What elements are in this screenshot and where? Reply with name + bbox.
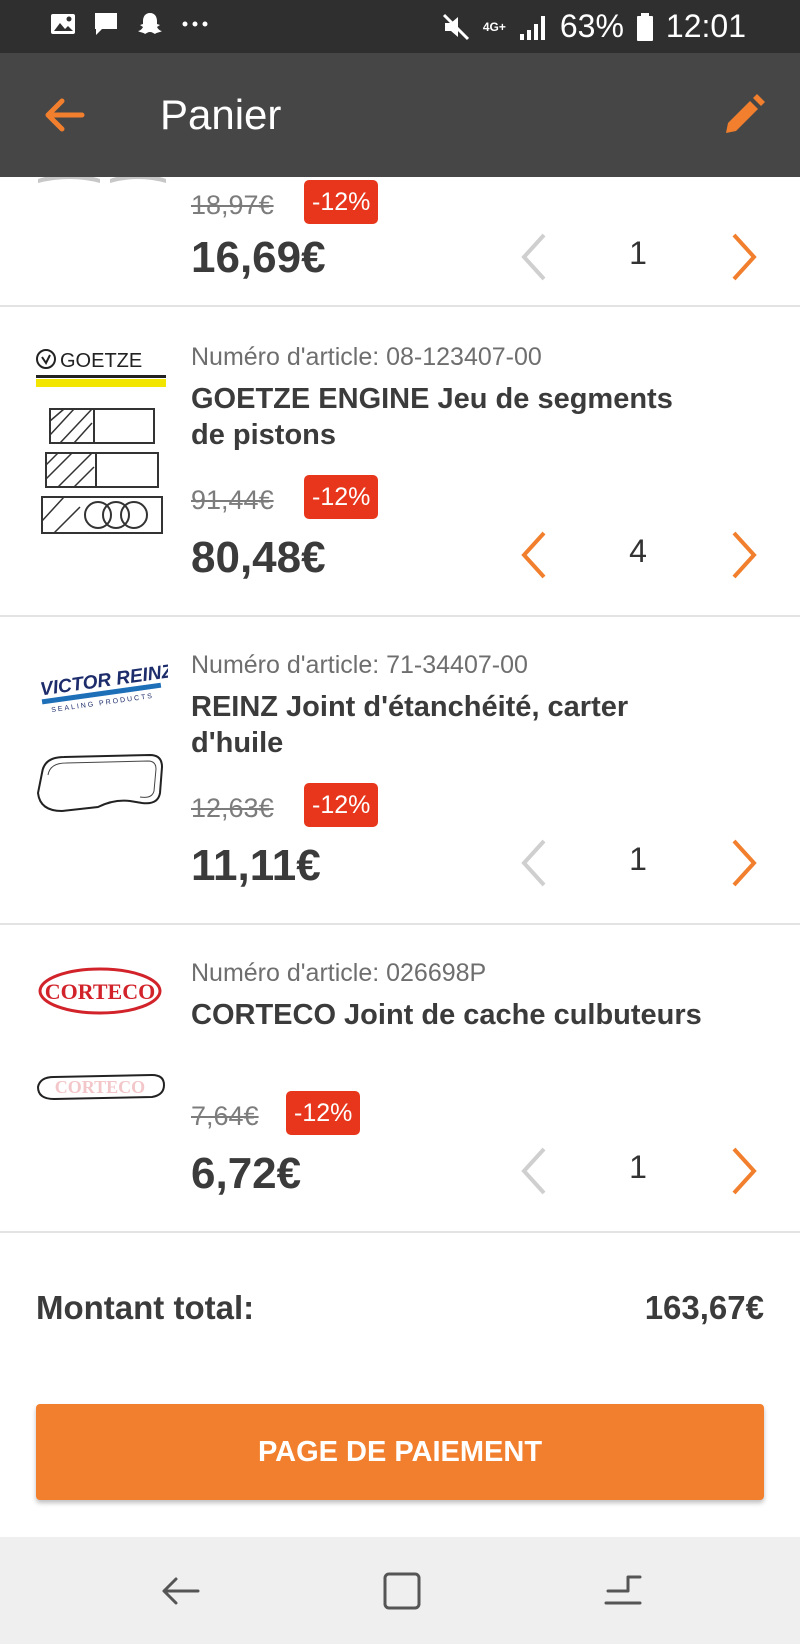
clock: 12:01 [665, 8, 746, 44]
chevron-right-icon[interactable] [720, 1143, 766, 1199]
nav-home-icon[interactable] [378, 1567, 426, 1615]
quantity-value: 4 [629, 533, 647, 569]
old-price: 18,97€ [191, 190, 274, 220]
battery-level: 63% [559, 8, 624, 44]
product-name[interactable]: REINZ Joint d'étanchéité, carter d'huile [191, 689, 711, 761]
total-label: Montant total: [36, 1289, 255, 1326]
old-price: 7,64€ [191, 1101, 259, 1131]
quantity-value: 1 [629, 841, 647, 877]
brand-logo-text: GOETZE [60, 350, 142, 372]
price: 6,72€ [191, 1149, 302, 1198]
checkout-button[interactable]: PAGE DE PAIEMENT [36, 1404, 764, 1500]
message-icon [92, 10, 120, 38]
discount-badge: -12% [304, 475, 379, 519]
pencil-icon[interactable] [718, 89, 770, 141]
chevron-left-icon[interactable] [512, 1143, 558, 1199]
article-number: Numéro d'article: 71-34407-00 [191, 651, 528, 679]
chevron-left-icon[interactable] [512, 835, 558, 891]
cart-item: VICTOR REINZ SEALING PRODUCTS Numéro d'a… [0, 617, 800, 925]
nav-back-icon[interactable] [156, 1567, 204, 1615]
product-watermark-text: CORTECO [55, 1077, 145, 1097]
product-name[interactable]: CORTECO Joint de cache culbuteurs [191, 997, 711, 1033]
cart-item: 18,97€ -12% 16,69€ 1 [0, 177, 800, 307]
article-number: Numéro d'article: 026698P [191, 959, 487, 987]
product-name[interactable]: GOETZE ENGINE Jeu de segments de pistons [191, 381, 711, 453]
price: 16,69€ [191, 233, 326, 282]
cart-item: CORTECO CORTECO Numéro d'article: 026698… [0, 925, 800, 1233]
network-type: 4G+ [482, 19, 506, 34]
system-nav-bar [0, 1537, 800, 1644]
app-bar: Panier [0, 53, 800, 177]
mute-icon [441, 12, 471, 42]
quantity-value: 1 [629, 1149, 647, 1185]
snapchat-icon [136, 10, 164, 38]
product-image: CORTECO CORTECO [34, 961, 168, 1161]
cart-list[interactable]: 18,97€ -12% 16,69€ 1 GOETZE Numéro d'art… [0, 177, 800, 1249]
status-bar-notifications [50, 10, 210, 38]
discount-badge: -12% [286, 1091, 361, 1135]
status-bar-system: 4G+ 63% 12:01 [441, 8, 746, 45]
discount-badge: -12% [304, 783, 379, 827]
battery-icon [636, 12, 654, 42]
price: 80,48€ [191, 533, 326, 582]
price: 11,11€ [191, 841, 321, 890]
quantity-value: 1 [629, 235, 647, 271]
signal-icon [518, 12, 548, 42]
discount-badge: -12% [304, 180, 379, 224]
chevron-left-icon[interactable] [512, 527, 558, 583]
chevron-right-icon[interactable] [720, 527, 766, 583]
page-title: Panier [160, 91, 282, 138]
product-image: VICTOR REINZ SEALING PRODUCTS [34, 653, 168, 853]
article-number: Numéro d'article: 08-123407-00 [191, 343, 542, 371]
more-dots-icon [180, 11, 210, 37]
total-row: Montant total: 163,67€ [0, 1249, 800, 1399]
chevron-right-icon[interactable] [720, 229, 766, 285]
chevron-right-icon[interactable] [720, 835, 766, 891]
nav-recents-icon[interactable] [600, 1567, 648, 1615]
old-price: 12,63€ [191, 793, 274, 823]
old-price: 91,44€ [191, 485, 274, 515]
product-image: GOETZE [34, 345, 168, 545]
gallery-icon [50, 11, 76, 37]
cart-item: GOETZE Numéro d'article: 08-123407-00 GO… [0, 309, 800, 617]
brand-logo-text: CORTECO [45, 979, 155, 1004]
back-arrow-icon[interactable] [38, 89, 90, 141]
total-value: 163,67€ [644, 1289, 764, 1326]
status-bar: 4G+ 63% 12:01 [0, 0, 800, 53]
chevron-left-icon[interactable] [512, 229, 558, 285]
product-image [34, 177, 168, 207]
